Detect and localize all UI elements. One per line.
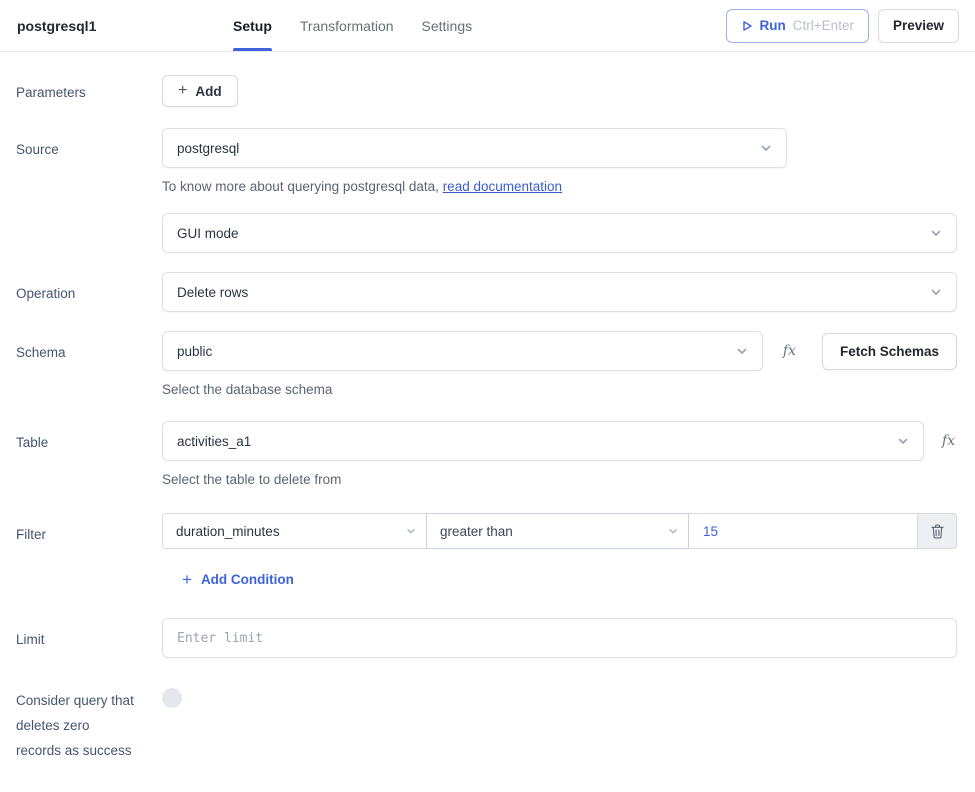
run-shortcut: Ctrl+Enter bbox=[793, 18, 854, 33]
schema-select-value: public bbox=[177, 344, 212, 359]
chevron-down-icon bbox=[735, 344, 749, 358]
limit-label: Limit bbox=[16, 618, 162, 652]
chevron-down-icon bbox=[667, 525, 679, 537]
filter-column-value: duration_minutes bbox=[176, 524, 280, 539]
add-parameter-label: Add bbox=[195, 84, 221, 99]
trash-icon bbox=[931, 524, 944, 539]
add-parameter-button[interactable]: + Add bbox=[162, 75, 238, 107]
success-flag-row: Consider query that deletes zero records… bbox=[16, 679, 957, 763]
filter-operator-value: greater than bbox=[440, 524, 513, 539]
mode-select[interactable]: GUI mode bbox=[162, 213, 957, 253]
fetch-schemas-button[interactable]: Fetch Schemas bbox=[822, 333, 957, 370]
tab-transformation[interactable]: Transformation bbox=[300, 0, 394, 51]
limit-input[interactable] bbox=[162, 618, 957, 658]
query-title: postgresql1 bbox=[17, 0, 207, 51]
chevron-down-icon bbox=[896, 434, 910, 448]
table-row: Table activities_a1 fx Select the table … bbox=[16, 421, 957, 490]
chevron-down-icon bbox=[929, 226, 943, 240]
delete-condition-button[interactable] bbox=[917, 513, 957, 549]
preview-button[interactable]: Preview bbox=[878, 9, 959, 43]
header-tabs: Setup Transformation Settings bbox=[233, 0, 472, 51]
query-header: postgresql1 Setup Transformation Setting… bbox=[0, 0, 975, 52]
success-flag-toggle[interactable] bbox=[162, 688, 182, 708]
add-condition-button[interactable]: + Add Condition bbox=[182, 571, 294, 588]
run-label: Run bbox=[760, 18, 786, 33]
add-condition-label: Add Condition bbox=[201, 572, 294, 587]
operation-label: Operation bbox=[16, 272, 162, 306]
filter-operator-select[interactable]: greater than bbox=[426, 513, 689, 549]
schema-row: Schema public fx Fetch Schemas Select th… bbox=[16, 331, 957, 400]
header-actions: Run Ctrl+Enter Preview bbox=[726, 0, 959, 51]
filter-condition: duration_minutes greater than 15 bbox=[162, 513, 957, 549]
mode-row: GUI mode bbox=[16, 213, 957, 253]
filter-value-input[interactable]: 15 bbox=[688, 513, 918, 549]
chevron-down-icon bbox=[759, 141, 773, 155]
mode-select-value: GUI mode bbox=[177, 226, 239, 241]
table-helper: Select the table to delete from bbox=[162, 470, 957, 490]
mode-label-spacer bbox=[16, 213, 162, 222]
operation-row: Operation Delete rows bbox=[16, 272, 957, 312]
filter-column-select[interactable]: duration_minutes bbox=[162, 513, 427, 549]
source-helper: To know more about querying postgresql d… bbox=[162, 177, 957, 197]
tab-setup[interactable]: Setup bbox=[233, 0, 272, 51]
filter-row: Filter duration_minutes greater than 15 bbox=[16, 513, 957, 590]
plus-icon: + bbox=[178, 83, 187, 99]
filter-label: Filter bbox=[16, 513, 162, 547]
fx-icon[interactable]: fx bbox=[783, 343, 796, 359]
tab-settings[interactable]: Settings bbox=[422, 0, 473, 51]
success-flag-label: Consider query that deletes zero records… bbox=[16, 679, 162, 763]
operation-select[interactable]: Delete rows bbox=[162, 272, 957, 312]
play-icon bbox=[741, 20, 753, 32]
schema-label: Schema bbox=[16, 331, 162, 365]
source-select-value: postgresql bbox=[177, 141, 239, 156]
chevron-down-icon bbox=[405, 525, 417, 537]
setup-panel: Parameters + Add Source postgresql To kn… bbox=[0, 52, 975, 763]
fx-icon[interactable]: fx bbox=[942, 433, 955, 449]
schema-select[interactable]: public bbox=[162, 331, 763, 371]
source-row: Source postgresql To know more about que… bbox=[16, 128, 957, 197]
chevron-down-icon bbox=[929, 285, 943, 299]
parameters-label: Parameters bbox=[16, 75, 162, 105]
run-button[interactable]: Run Ctrl+Enter bbox=[726, 9, 869, 43]
read-documentation-link[interactable]: read documentation bbox=[443, 179, 562, 194]
operation-select-value: Delete rows bbox=[177, 285, 248, 300]
source-select[interactable]: postgresql bbox=[162, 128, 787, 168]
source-helper-text: To know more about querying postgresql d… bbox=[162, 179, 439, 194]
table-select-value: activities_a1 bbox=[177, 434, 251, 449]
source-label: Source bbox=[16, 128, 162, 162]
plus-icon: + bbox=[182, 571, 192, 588]
table-label: Table bbox=[16, 421, 162, 455]
table-select[interactable]: activities_a1 bbox=[162, 421, 924, 461]
parameters-row: Parameters + Add bbox=[16, 75, 957, 107]
limit-row: Limit bbox=[16, 618, 957, 658]
schema-helper: Select the database schema bbox=[162, 380, 957, 400]
